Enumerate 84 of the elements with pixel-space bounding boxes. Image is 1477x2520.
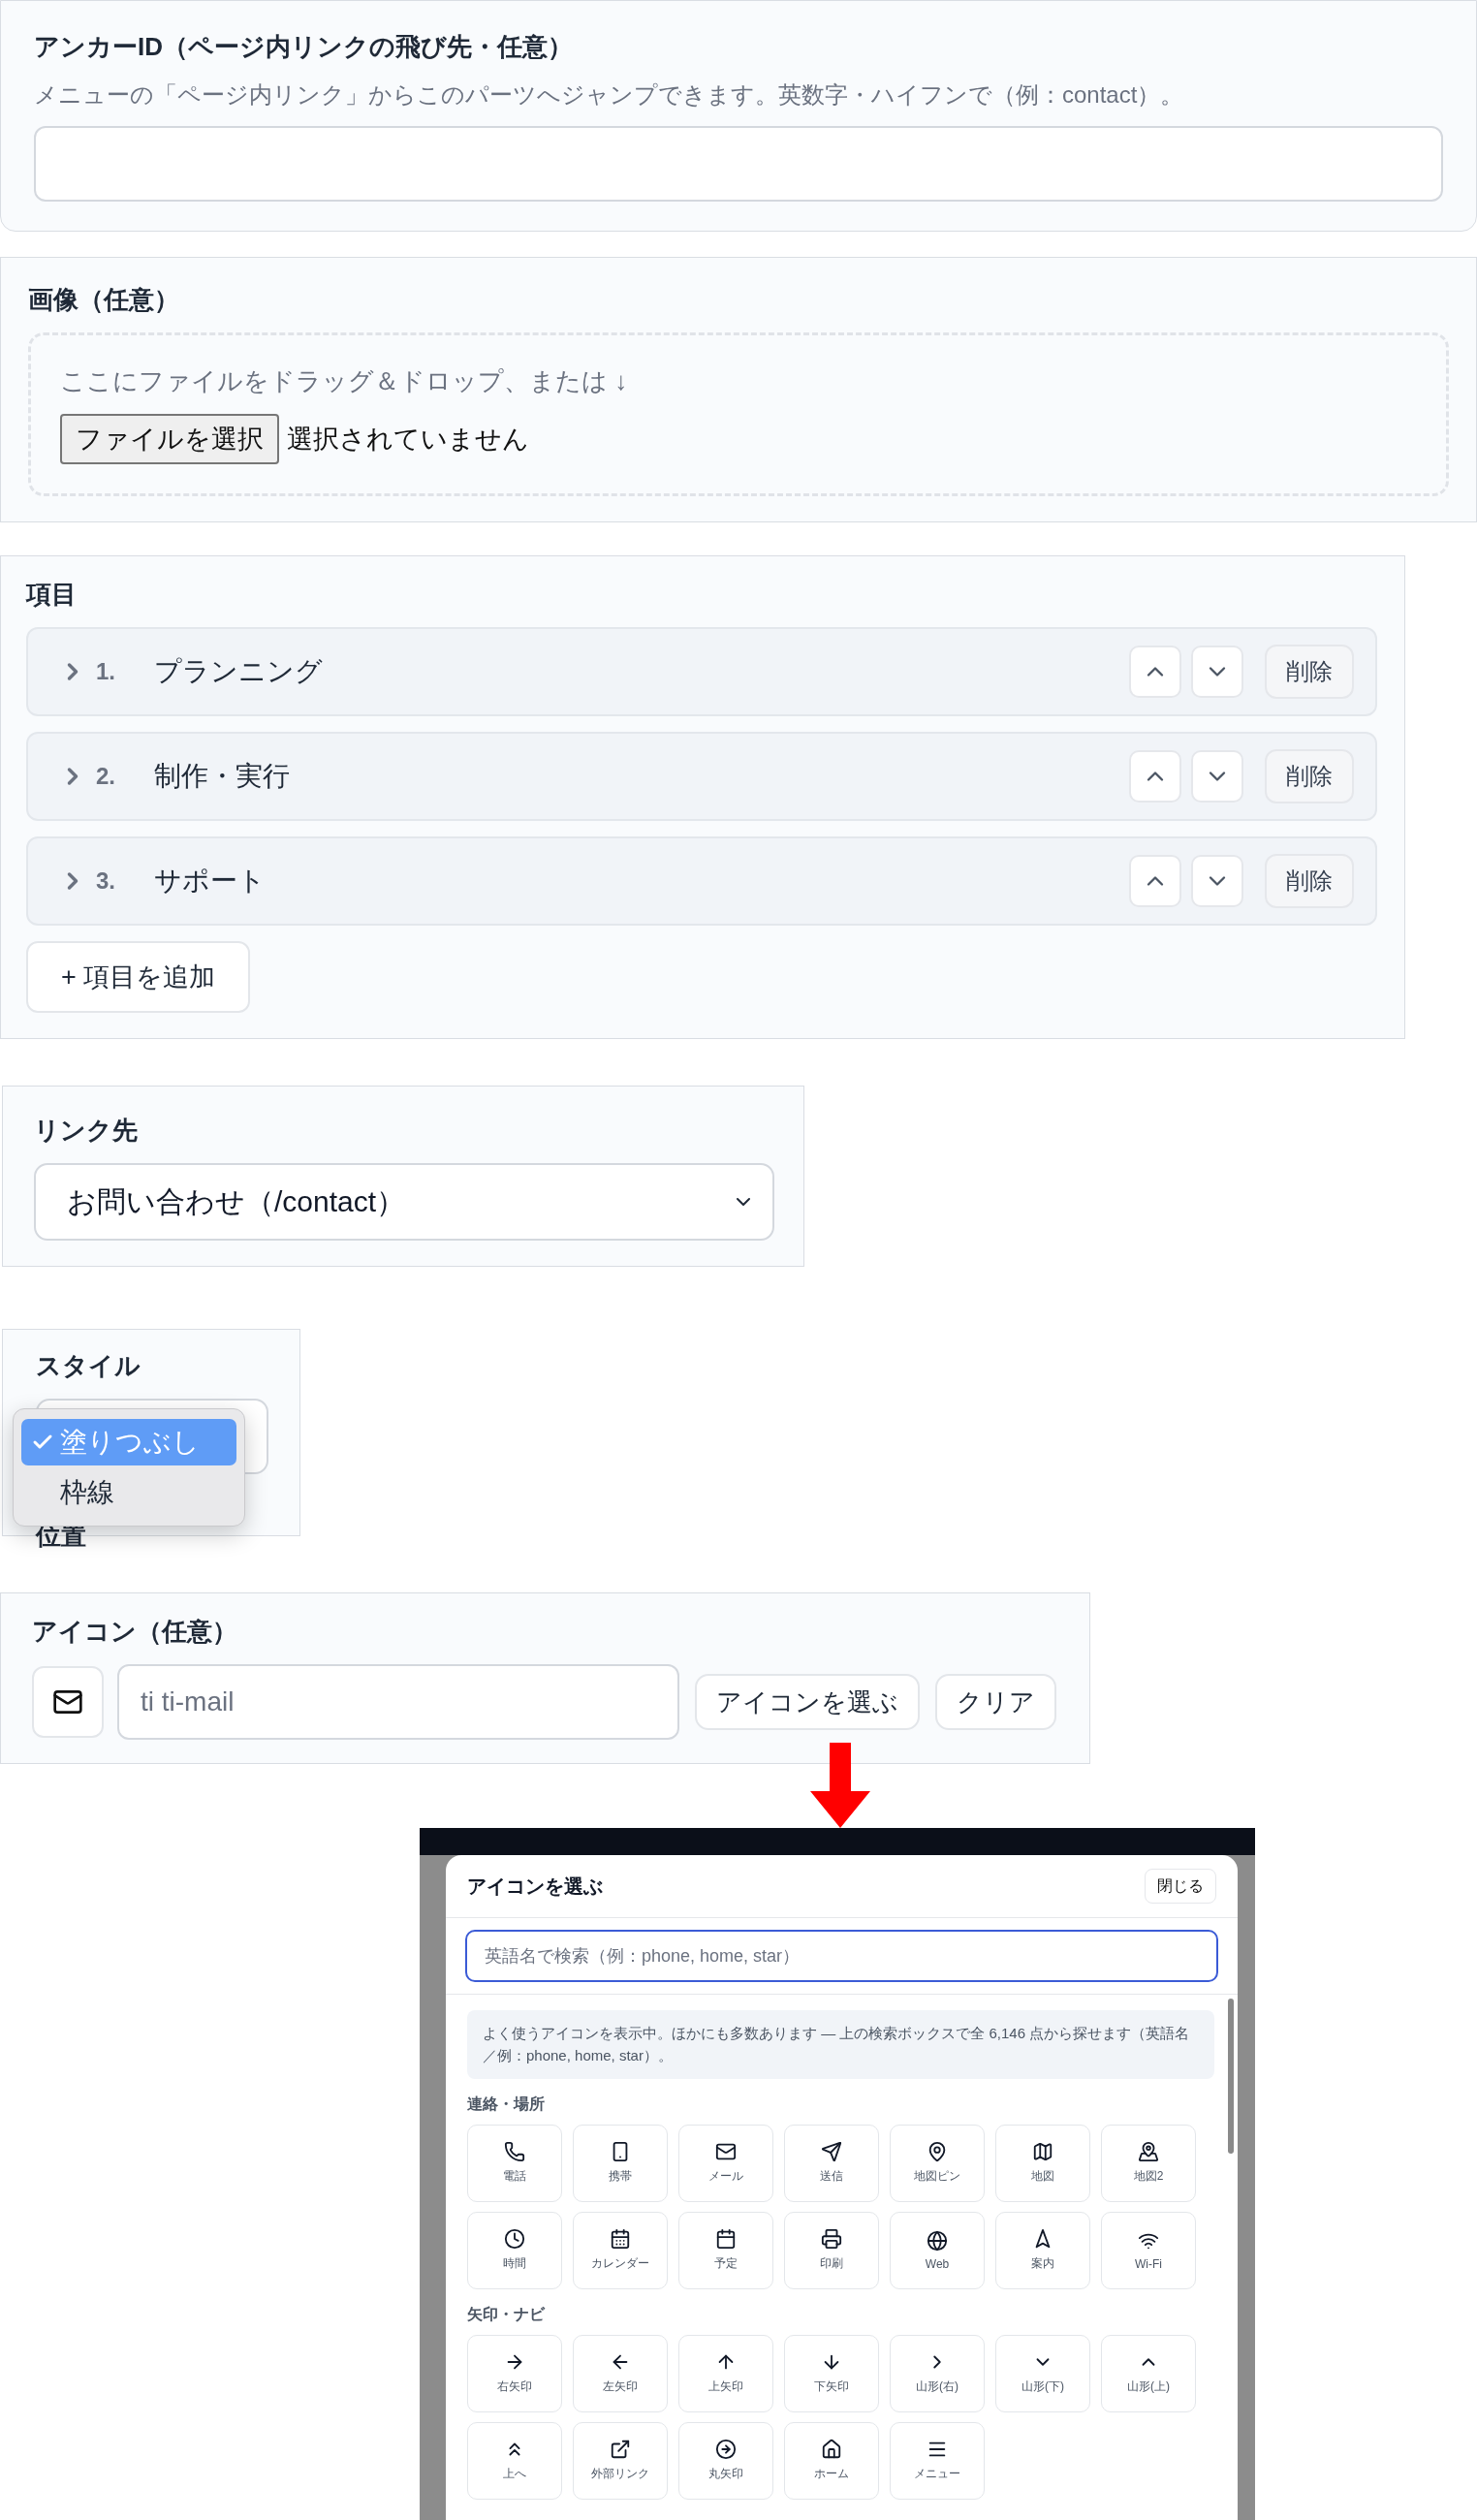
map-pin-icon [927, 2141, 948, 2162]
item-number: 2. [96, 763, 116, 790]
add-item-button[interactable]: + 項目を追加 [26, 941, 251, 1013]
drop-hint: ここにファイルをドラッグ＆ドロップ、または ↓ [60, 365, 629, 397]
close-button[interactable]: 閉じる [1145, 1869, 1216, 1904]
move-down-button[interactable] [1191, 855, 1243, 907]
calendar-icon [715, 2228, 737, 2250]
paper-plane-icon [821, 2141, 842, 2162]
icon-tile[interactable]: 山形(上) [1101, 2334, 1196, 2412]
map-icon [1032, 2141, 1053, 2162]
delete-button[interactable]: 削除 [1265, 854, 1354, 908]
delete-button[interactable]: 削除 [1265, 749, 1354, 803]
printer-icon [821, 2228, 842, 2250]
group-title: 連絡・場所 [467, 2094, 546, 2114]
move-down-button[interactable] [1191, 646, 1243, 698]
icon-tile[interactable]: 携帯 [573, 2124, 668, 2202]
icon-tile[interactable]: 送信 [784, 2124, 879, 2202]
field-label: リンク先 [34, 1115, 139, 1147]
icon-tile[interactable]: 丸矢印 [678, 2421, 773, 2500]
icon-tile[interactable]: 地図 [995, 2124, 1090, 2202]
icon-tile[interactable]: 山形(右) [890, 2334, 985, 2412]
choose-file-button[interactable]: ファイルを選択 [60, 414, 279, 464]
icon-class-input[interactable]: ti ti-mail [117, 1664, 679, 1740]
icon-tile[interactable]: 地図2 [1101, 2124, 1196, 2202]
item-label: プランニング [154, 655, 324, 688]
calendar-icon [610, 2228, 631, 2250]
icon-tile[interactable]: 左矢印 [573, 2334, 668, 2412]
move-up-button[interactable] [1129, 750, 1181, 803]
map-with-pin-icon [1138, 2141, 1159, 2162]
move-up-button[interactable] [1129, 646, 1181, 698]
choose-icon-button[interactable]: アイコンを選ぶ [695, 1674, 920, 1730]
icon-tile[interactable]: ホーム [784, 2421, 879, 2500]
icon-tile[interactable]: 上矢印 [678, 2334, 773, 2412]
move-down-button[interactable] [1191, 750, 1243, 803]
icon-tile[interactable]: 案内 [995, 2211, 1090, 2289]
icon-tile[interactable]: 下矢印 [784, 2334, 879, 2412]
field-description: メニューの「ページ内リンク」からこのパーツへジャンプできます。英数字・ハイフンで（例：contact）。 [34, 80, 1185, 110]
drop-zone[interactable]: ここにファイルをドラッグ＆ドロップ、または ↓ ファイルを選択 選択されていません [28, 332, 1449, 496]
icon-tile[interactable]: カレンダー [573, 2211, 668, 2289]
icon-tile[interactable]: Web [890, 2211, 985, 2289]
icon-tile[interactable]: 地図ピン [890, 2124, 985, 2202]
dropdown-option[interactable]: 枠線 [21, 1469, 236, 1516]
file-status: 選択されていません [287, 424, 529, 456]
icon-tile[interactable]: 山形(下) [995, 2334, 1090, 2412]
item-row[interactable]: 1. プランニング 削除 [26, 627, 1377, 716]
item-number: 3. [96, 867, 116, 895]
anchor-id-input[interactable] [34, 126, 1443, 202]
field-label: 画像（任意） [28, 284, 180, 316]
dialog-title: アイコンを選ぶ [467, 1874, 603, 1899]
item-number: 1. [96, 658, 116, 685]
item-label: 制作・実行 [154, 760, 291, 793]
item-row[interactable]: 3. サポート 削除 [26, 836, 1377, 926]
home-icon [821, 2439, 842, 2460]
field-label: アンカーID（ページ内リンクの飛び先・任意） [34, 31, 574, 63]
icon-tile[interactable]: 印刷 [784, 2211, 879, 2289]
mail-icon [32, 1666, 104, 1738]
mail-icon [715, 2141, 737, 2162]
down-arrow-icon [810, 1743, 870, 1828]
link-select[interactable]: お問い合わせ（/contact） [34, 1163, 774, 1241]
phone-icon [504, 2141, 525, 2162]
field-label: 項目 [26, 579, 78, 611]
move-up-button[interactable] [1129, 855, 1181, 907]
icon-tile[interactable]: 右矢印 [467, 2334, 562, 2412]
clock-icon [504, 2228, 525, 2250]
item-row[interactable]: 2. 制作・実行 削除 [26, 732, 1377, 821]
group-title: 矢印・ナビ [467, 2304, 547, 2324]
icon-tile[interactable]: メール [678, 2124, 773, 2202]
icon-tile[interactable]: 時間 [467, 2211, 562, 2289]
scrollbar-thumb[interactable] [1228, 1999, 1234, 2154]
external-link-icon [610, 2439, 631, 2460]
icon-tile[interactable]: 予定 [678, 2211, 773, 2289]
field-label: スタイル [36, 1350, 141, 1382]
icon-tile[interactable]: 電話 [467, 2124, 562, 2202]
icon-tile[interactable]: Wi-Fi [1101, 2211, 1196, 2289]
item-label: サポート [154, 865, 267, 898]
field-label: アイコン（任意） [32, 1616, 238, 1648]
icon-tile[interactable]: 上へ [467, 2421, 562, 2500]
globe-icon [927, 2229, 948, 2252]
search-field[interactable]: 英語名で検索（例：phone, home, star） [465, 1930, 1218, 1982]
icon-tile[interactable]: メニュー [890, 2421, 985, 2500]
icon-tile[interactable]: 外部リンク [573, 2421, 668, 2500]
clear-button[interactable]: クリア [935, 1674, 1056, 1730]
info-notice: よく使うアイコンを表示中。ほかにも多数あります — 上の検索ボックスで全 6,146 点から探せます（英語名／例：phone, home, star）。 [467, 2010, 1214, 2079]
delete-button[interactable]: 削除 [1265, 645, 1354, 699]
